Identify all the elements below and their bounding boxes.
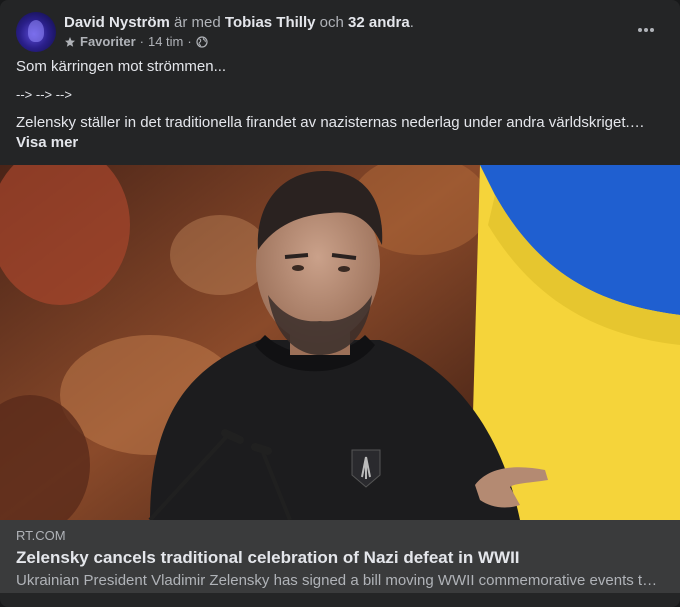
post-text-line: --> --> --> [16,87,72,102]
post-text-line: Som kärringen mot strömmen... [16,58,227,75]
link-preview-card[interactable]: RT.COM Zelensky cancels traditional cele… [0,165,680,593]
tagged-person-link[interactable]: Tobias Thilly [225,14,316,31]
feed-post: David Nyström är med Tobias Thilly och 3… [0,0,680,607]
star-icon [65,37,75,48]
trailing-period: . [409,13,414,31]
author-avatar[interactable] [16,12,56,52]
and-text: och [319,13,344,31]
post-text-line: Zelensky ställer in det traditionella fi… [16,114,645,131]
post-meta: Favoriter · 14 tim · [64,34,414,50]
meta-separator: · [139,34,144,50]
link-title[interactable]: Zelensky cancels traditional celebration… [16,547,664,569]
post-header-text: David Nyström är med Tobias Thilly och 3… [64,14,414,51]
link-domain: RT.COM [16,528,66,543]
meta-separator: · [187,34,192,50]
author-name-link[interactable]: David Nyström [64,14,170,31]
link-preview-image [0,165,680,520]
see-more-link[interactable]: Visa mer [16,133,664,153]
link-preview-info: RT.COM Zelensky cancels traditional cele… [0,520,680,593]
author-line: David Nyström är med Tobias Thilly och 3… [64,14,414,33]
tagged-others-link[interactable]: 32 andra [348,14,410,31]
post-options-button[interactable] [628,12,664,48]
post-timestamp[interactable]: 14 tim [148,34,183,50]
globe-icon[interactable] [196,36,208,48]
post-header: David Nyström är med Tobias Thilly och 3… [16,12,664,52]
more-dots-icon [638,28,654,32]
link-description: Ukrainian President Vladimir Zelensky ha… [16,572,664,589]
with-text: är med [174,13,221,31]
post-text: Som kärringen mot strömmen... --> --> --… [16,57,664,153]
audience-list-link[interactable]: Favoriter [80,34,136,50]
